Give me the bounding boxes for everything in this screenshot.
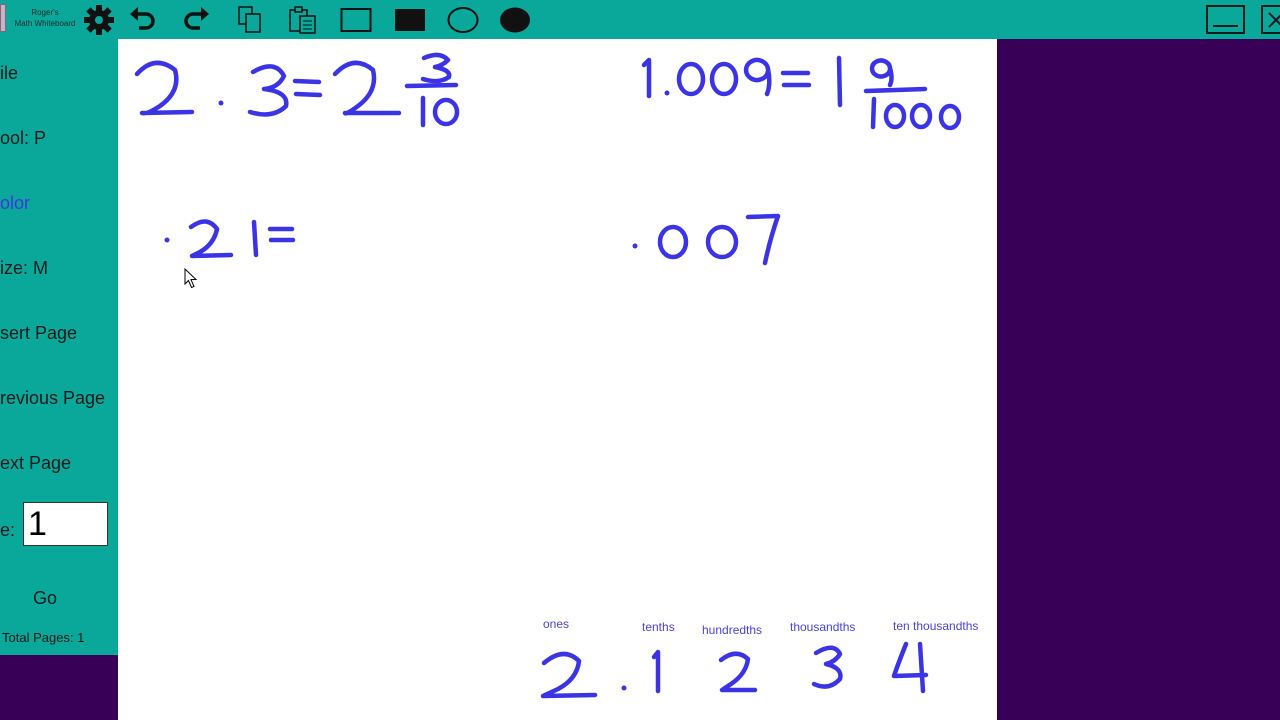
total-pages: Total Pages: 1 (2, 630, 85, 645)
rectangle-outline-icon[interactable] (340, 4, 372, 36)
place-value-label-tenths: tenths (642, 620, 675, 634)
app-title-line2: Math Whiteboard (14, 19, 76, 28)
rectangle-filled-icon[interactable] (394, 4, 426, 36)
app-title-line1: Roger's (31, 8, 59, 17)
paste-icon[interactable] (287, 4, 319, 36)
minimize-button[interactable] (1206, 5, 1245, 34)
place-value-label-ones: ones (543, 617, 570, 631)
tool-button[interactable]: ool: P (0, 127, 46, 149)
expression-2-1234 (540, 641, 929, 699)
color-button[interactable]: olor (0, 192, 30, 214)
next-page-button[interactable]: ext Page (0, 452, 71, 474)
expression-point-21 (164, 219, 296, 259)
previous-page-button[interactable]: revious Page (0, 387, 105, 409)
whiteboard-canvas[interactable]: ones tenths hundredths thousandths ten t… (118, 39, 997, 720)
expression-point-007 (632, 213, 781, 266)
app-title: Roger's Math Whiteboard (8, 7, 82, 29)
expression-1-009 (641, 55, 962, 131)
expression-2-3 (134, 52, 460, 128)
undo-icon[interactable] (127, 4, 159, 36)
ellipse-outline-icon[interactable] (447, 4, 479, 36)
app-logo (0, 4, 6, 32)
file-button[interactable]: ile (0, 62, 18, 84)
top-toolbar: Roger's Math Whiteboard (0, 0, 1280, 39)
go-button[interactable]: Go (33, 588, 57, 609)
page-number-input[interactable] (23, 502, 108, 546)
page-label: e: (0, 520, 16, 540)
copy-icon[interactable] (234, 4, 266, 36)
gear-icon[interactable] (83, 4, 115, 36)
redo-icon[interactable] (180, 4, 212, 36)
ellipse-filled-icon[interactable] (499, 4, 531, 36)
close-icon (1268, 12, 1280, 28)
insert-page-button[interactable]: sert Page (0, 322, 77, 344)
mouse-cursor-icon (184, 268, 198, 289)
sidebar: ile ool: P olor ize: M sert Page revious… (0, 39, 118, 655)
size-button[interactable]: ize: M (0, 257, 48, 279)
place-value-label-ten-thousandths: ten thousandths (893, 619, 979, 633)
place-value-label-thousandths: thousandths (790, 620, 856, 634)
place-value-label-hundredths: hundredths (702, 623, 763, 637)
close-button[interactable] (1261, 5, 1280, 34)
